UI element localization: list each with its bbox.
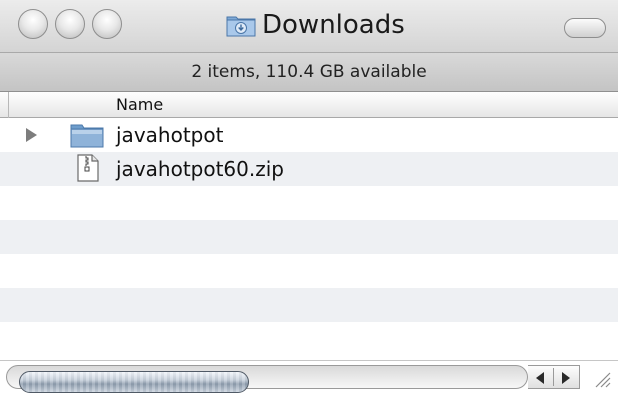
zip-file-icon (77, 154, 99, 182)
window-title: Downloads (262, 10, 405, 40)
folder-icon (70, 124, 104, 148)
list-item[interactable]: javahotpot (0, 118, 618, 152)
list-item-label: javahotpot60.zip (116, 157, 284, 181)
downloads-folder-icon (226, 16, 256, 37)
scroll-track[interactable] (6, 365, 528, 393)
column-header: Name (0, 92, 618, 118)
resize-grip-icon[interactable] (590, 367, 612, 389)
finder-window: Downloads 2 items, 110.4 GB available Na… (0, 0, 618, 394)
scroll-right-arrow-icon[interactable] (562, 372, 570, 384)
status-text: 2 items, 110.4 GB available (191, 62, 427, 82)
toolbar-toggle-button[interactable] (564, 18, 606, 38)
list-item[interactable]: javahotpot60.zip (0, 152, 618, 186)
arrow-divider (553, 368, 554, 386)
empty-row (0, 288, 618, 322)
disclosure-triangle-icon[interactable] (26, 128, 37, 142)
scroll-left-arrow-icon[interactable] (536, 372, 544, 384)
minimize-button[interactable] (55, 9, 85, 39)
empty-row (0, 186, 618, 220)
column-divider (8, 92, 11, 118)
empty-row (0, 220, 618, 254)
status-bar: 2 items, 110.4 GB available (0, 52, 618, 92)
empty-row (0, 254, 618, 288)
file-list: javahotpot javahotpot60.zip (0, 118, 618, 356)
empty-row (0, 322, 618, 356)
horizontal-scrollbar[interactable] (0, 360, 618, 394)
scroll-arrow-buttons (528, 365, 580, 389)
scroll-thumb[interactable] (19, 371, 249, 393)
title-bar[interactable]: Downloads (0, 0, 618, 52)
window-title-group: Downloads (226, 8, 405, 42)
list-item-label: javahotpot (116, 123, 224, 147)
zoom-button[interactable] (92, 9, 122, 39)
close-button[interactable] (18, 9, 48, 39)
column-header-name[interactable]: Name (116, 95, 163, 114)
